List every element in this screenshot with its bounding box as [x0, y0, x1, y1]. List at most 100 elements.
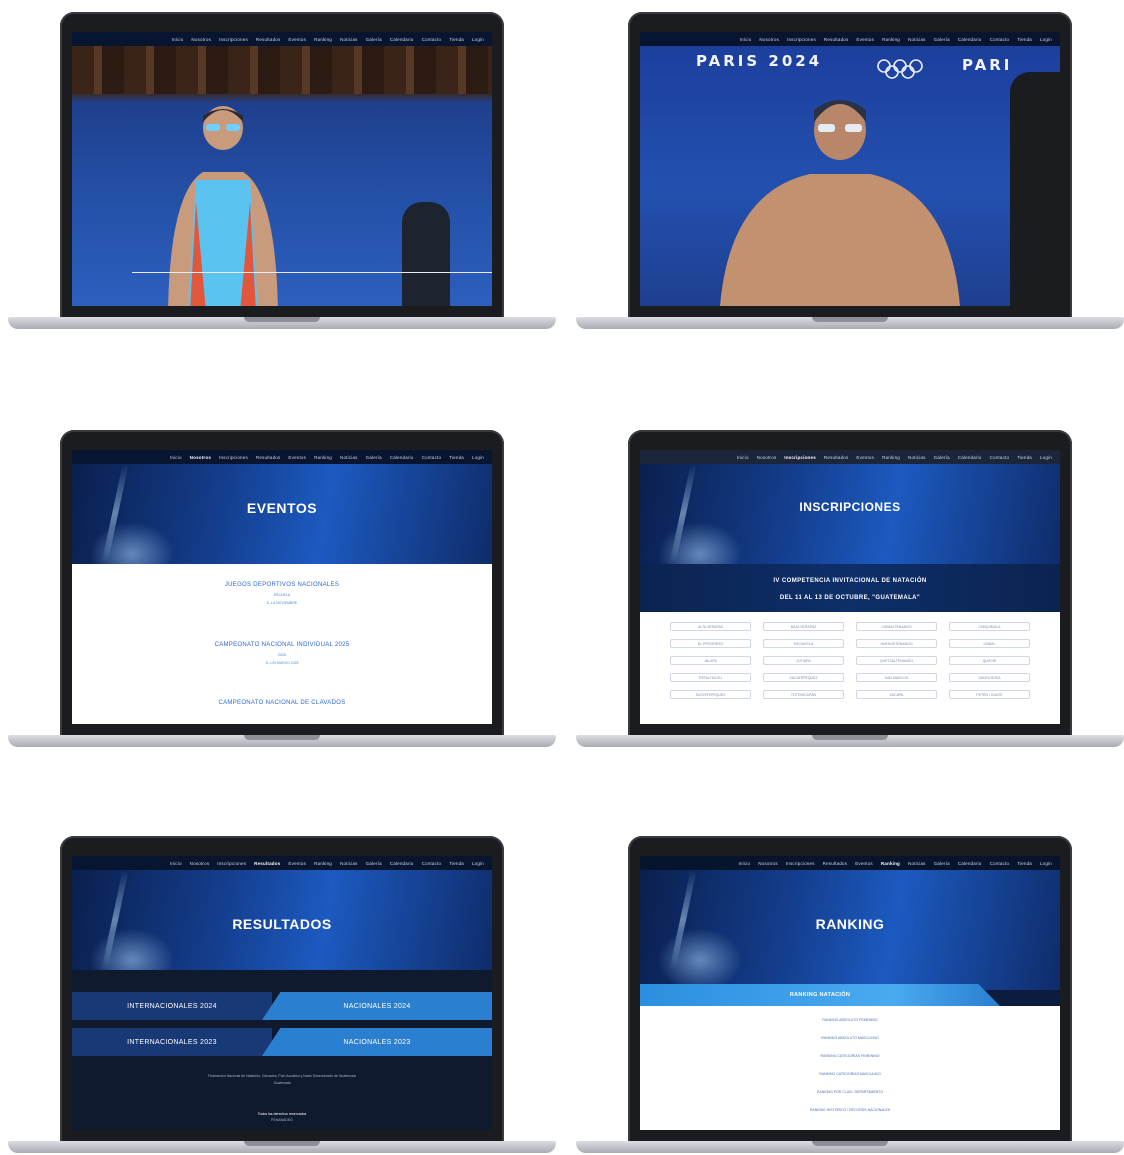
- nav-item[interactable]: Login: [1040, 861, 1052, 866]
- ranking-link[interactable]: RANKING HISTÓRICO / RÉCORDS NACIONALES: [640, 1108, 1060, 1112]
- nav-item[interactable]: Contacto: [990, 861, 1010, 866]
- department-button[interactable]: HUEHUETENANGO: [856, 639, 937, 648]
- department-button[interactable]: PETÉN / GUATE: [949, 690, 1030, 699]
- department-button[interactable]: BAJA VERAPAZ: [763, 622, 844, 631]
- nav-item[interactable]: Inscripciones: [219, 37, 248, 42]
- nav-item[interactable]: Resultados: [824, 37, 849, 42]
- nav-item[interactable]: Inicio: [170, 861, 182, 866]
- nav-item[interactable]: Eventos: [856, 37, 874, 42]
- nav-item[interactable]: Login: [472, 861, 484, 866]
- department-button[interactable]: RETALHULEU: [670, 673, 751, 682]
- nav-item[interactable]: Tienda: [449, 861, 464, 866]
- ranking-link[interactable]: RANKING ABSOLUTO MASCULINO: [640, 1036, 1060, 1040]
- nav-item-active[interactable]: Inscripciones: [784, 455, 816, 460]
- department-button[interactable]: IZABAL: [949, 639, 1030, 648]
- department-button[interactable]: SANTA ROSA: [949, 673, 1030, 682]
- nav-item[interactable]: Eventos: [856, 455, 874, 460]
- nav-item[interactable]: Inicio: [172, 37, 184, 42]
- nav-item[interactable]: Eventos: [855, 861, 873, 866]
- nav-item[interactable]: Inicio: [738, 861, 750, 866]
- nav-item[interactable]: Login: [472, 37, 484, 42]
- nav-item[interactable]: Calendario: [390, 455, 414, 460]
- nav-item[interactable]: Eventos: [288, 37, 306, 42]
- nav-item[interactable]: Resultados: [824, 455, 849, 460]
- nav-item[interactable]: Resultados: [256, 37, 281, 42]
- nav-item[interactable]: Galería: [934, 455, 950, 460]
- department-button[interactable]: CHIQUIMULA: [949, 622, 1030, 631]
- ranking-link[interactable]: RANKING CATEGORÍAS MASCULINO: [640, 1072, 1060, 1076]
- nav-item[interactable]: Contacto: [422, 37, 442, 42]
- nav-item[interactable]: Login: [472, 455, 484, 460]
- results-link-nacionales-2023[interactable]: NACIONALES 2023: [262, 1028, 492, 1056]
- nav-item[interactable]: Resultados: [256, 455, 281, 460]
- results-link-nacionales-2024[interactable]: NACIONALES 2024: [262, 992, 492, 1020]
- nav-item[interactable]: Calendario: [958, 861, 982, 866]
- department-button[interactable]: EL PROGRESO: [670, 639, 751, 648]
- department-button[interactable]: ALTA VERAPAZ: [670, 622, 751, 631]
- nav-item[interactable]: Galería: [366, 861, 382, 866]
- nav-item[interactable]: Inscripciones: [219, 455, 248, 460]
- nav-item[interactable]: Resultados: [823, 861, 848, 866]
- nav-item[interactable]: Galería: [366, 455, 382, 460]
- ranking-link[interactable]: RANKING POR CLUB / DEPARTAMENTO: [640, 1090, 1060, 1094]
- department-button[interactable]: QUETZALTENANGO: [856, 656, 937, 665]
- department-button[interactable]: QUICHÉ: [949, 656, 1030, 665]
- nav-item[interactable]: Tienda: [1017, 455, 1032, 460]
- nav-item[interactable]: Ranking: [314, 37, 332, 42]
- nav-item[interactable]: Noticias: [340, 37, 358, 42]
- nav-item[interactable]: Login: [1040, 37, 1052, 42]
- results-link-internacionales-2024[interactable]: INTERNACIONALES 2024: [72, 992, 272, 1020]
- nav-item[interactable]: Galería: [366, 37, 382, 42]
- nav-item[interactable]: Ranking: [314, 861, 332, 866]
- nav-item[interactable]: Tienda: [449, 37, 464, 42]
- nav-item[interactable]: Noticias: [908, 455, 926, 460]
- nav-item[interactable]: Login: [1040, 455, 1052, 460]
- nav-item-active[interactable]: Nosotros: [190, 455, 211, 460]
- ranking-link[interactable]: RANKING CATEGORÍAS FEMENINO: [640, 1054, 1060, 1058]
- nav-item[interactable]: Nosotros: [190, 861, 210, 866]
- results-link-internacionales-2023[interactable]: INTERNACIONALES 2023: [72, 1028, 272, 1056]
- department-button[interactable]: SAN MARCOS: [856, 673, 937, 682]
- nav-item[interactable]: Galería: [934, 37, 950, 42]
- ranking-category-bar[interactable]: RANKING NATACIÓN: [640, 984, 1000, 1006]
- nav-item[interactable]: Inicio: [170, 455, 182, 460]
- nav-item[interactable]: Noticias: [340, 861, 358, 866]
- nav-item[interactable]: Inicio: [737, 455, 749, 460]
- nav-item[interactable]: Inscripciones: [217, 861, 246, 866]
- department-button[interactable]: CHIMALTENANGO: [856, 622, 937, 631]
- nav-item[interactable]: Calendario: [958, 37, 982, 42]
- nav-item[interactable]: Noticias: [908, 37, 926, 42]
- department-button[interactable]: JALAPA: [670, 656, 751, 665]
- nav-item[interactable]: Contacto: [422, 455, 442, 460]
- nav-item[interactable]: Ranking: [314, 455, 332, 460]
- nav-item-active[interactable]: Ranking: [881, 861, 900, 866]
- nav-item[interactable]: Noticias: [908, 861, 926, 866]
- nav-item[interactable]: Nosotros: [757, 455, 777, 460]
- department-button[interactable]: ESCUINTLA: [763, 639, 844, 648]
- nav-item[interactable]: Nosotros: [759, 37, 779, 42]
- nav-item[interactable]: Tienda: [449, 455, 464, 460]
- department-button[interactable]: JUTIAPA: [763, 656, 844, 665]
- nav-item[interactable]: Galería: [934, 861, 950, 866]
- nav-item[interactable]: Contacto: [422, 861, 442, 866]
- nav-item[interactable]: Calendario: [958, 455, 982, 460]
- department-button[interactable]: SACATEPÉQUEZ: [763, 673, 844, 682]
- nav-item[interactable]: Ranking: [882, 455, 900, 460]
- nav-item[interactable]: Calendario: [390, 861, 414, 866]
- event-item[interactable]: CAMPEONATO NACIONAL DE CLAVADOS: [72, 700, 492, 706]
- nav-item-active[interactable]: Resultados: [254, 861, 280, 866]
- nav-item[interactable]: Ranking: [882, 37, 900, 42]
- department-button[interactable]: TOTONICAPÁN: [763, 690, 844, 699]
- nav-item[interactable]: Calendario: [390, 37, 414, 42]
- department-button[interactable]: SUCHITEPÉQUEZ: [670, 690, 751, 699]
- nav-item[interactable]: Eventos: [288, 861, 306, 866]
- nav-item[interactable]: Noticias: [340, 455, 358, 460]
- ranking-link[interactable]: RANKING ABSOLUTO FEMENINO: [640, 1018, 1060, 1022]
- nav-item[interactable]: Inscripciones: [787, 37, 816, 42]
- nav-item[interactable]: Tienda: [1017, 861, 1032, 866]
- nav-item[interactable]: Inscripciones: [786, 861, 815, 866]
- nav-item[interactable]: Contacto: [990, 455, 1010, 460]
- nav-item[interactable]: Tienda: [1017, 37, 1032, 42]
- event-item[interactable]: JUEGOS DEPORTIVOS NACIONALES ESCUELA D.1…: [72, 582, 492, 605]
- nav-item[interactable]: Nosotros: [191, 37, 211, 42]
